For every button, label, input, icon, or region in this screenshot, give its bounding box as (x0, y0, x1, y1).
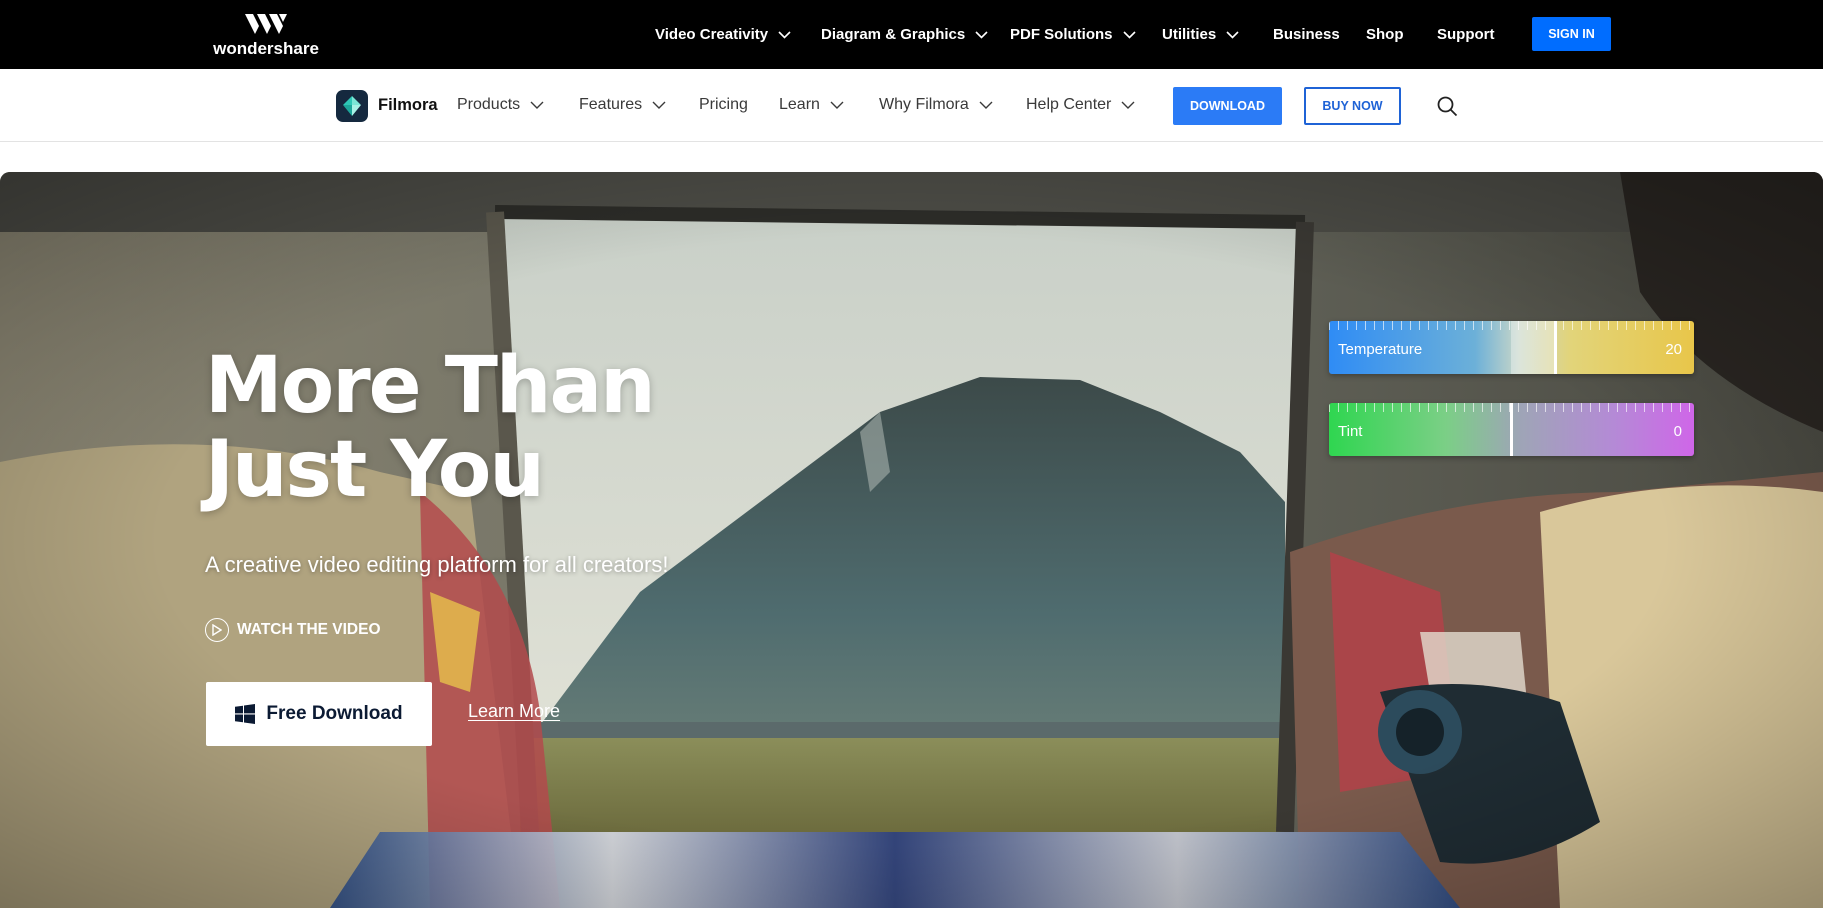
topnav-item-support[interactable]: Support (1437, 0, 1495, 69)
tint-label: Tint (1338, 423, 1363, 440)
filmora-diamond-icon (343, 96, 361, 116)
play-circle-icon (205, 618, 229, 642)
topnav-label: Diagram & Graphics (821, 26, 966, 43)
topnav-item-video-creativity[interactable]: Video Creativity (655, 0, 791, 69)
topnav-label: Utilities (1162, 26, 1217, 43)
subnav-label: Learn (779, 96, 820, 113)
chevron-down-icon (778, 30, 791, 39)
topnav-label: Support (1437, 26, 1495, 43)
subnav-label: Why Filmora (879, 96, 969, 113)
watch-video-label: WATCH THE VIDEO (237, 621, 381, 638)
wondershare-mark-icon (245, 14, 287, 34)
chevron-down-icon (975, 30, 988, 39)
chevron-down-icon (830, 101, 844, 109)
free-download-button[interactable]: Free Download (206, 682, 432, 746)
subnav-label: Features (579, 96, 643, 113)
watch-video-link[interactable]: WATCH THE VIDEO (205, 618, 381, 642)
chevron-down-icon (1226, 30, 1239, 39)
product-subnav: Filmora Products Features Pricing Learn … (0, 69, 1823, 142)
subnav-item-learn[interactable]: Learn (779, 96, 844, 114)
temperature-slider[interactable]: Temperature 20 (1329, 321, 1694, 374)
global-topbar: wondershare Video Creativity Diagram & G… (0, 0, 1823, 69)
chevron-down-icon (1121, 101, 1135, 109)
filmora-product-name[interactable]: Filmora (378, 96, 438, 115)
buy-now-button[interactable]: BUY NOW (1304, 87, 1401, 125)
subnav-item-features[interactable]: Features (579, 96, 666, 114)
topnav-item-diagram-graphics[interactable]: Diagram & Graphics (821, 0, 988, 69)
search-icon[interactable] (1437, 96, 1458, 117)
free-download-label: Free Download (266, 703, 403, 724)
temperature-slider-handle[interactable] (1554, 321, 1557, 374)
topnav-item-shop[interactable]: Shop (1366, 0, 1404, 69)
hero-subtitle: A creative video editing platform for al… (205, 552, 669, 577)
hero-title-line-2: Just You (205, 425, 545, 515)
subnav-item-products[interactable]: Products (457, 96, 544, 114)
subnav-item-why-filmora[interactable]: Why Filmora (879, 96, 993, 114)
temperature-value: 20 (1665, 341, 1682, 358)
learn-more-link[interactable]: Learn More (468, 701, 560, 722)
sign-in-button[interactable]: SIGN IN (1532, 17, 1611, 51)
subnav-label: Help Center (1026, 96, 1112, 113)
subnav-item-pricing[interactable]: Pricing (699, 96, 748, 114)
slider-highlight (1511, 321, 1556, 374)
hero-background-image (0, 172, 1823, 908)
tint-value: 0 (1673, 423, 1682, 440)
temperature-label: Temperature (1338, 341, 1423, 358)
filmora-logo-icon[interactable] (336, 90, 368, 122)
chevron-down-icon (530, 101, 544, 109)
tint-slider[interactable]: Tint 0 (1329, 403, 1694, 456)
subnav-label: Pricing (699, 96, 748, 113)
topnav-label: Video Creativity (655, 26, 769, 43)
chevron-down-icon (1122, 30, 1136, 39)
topnav-label: PDF Solutions (1010, 26, 1113, 43)
wondershare-wordmark: wondershare (213, 39, 319, 58)
tint-slider-handle[interactable] (1510, 403, 1513, 456)
subnav-label: Products (457, 96, 521, 113)
hero-section: More Than Just You A creative video edit… (0, 172, 1823, 908)
chevron-down-icon (979, 101, 993, 109)
hero-title-line-1: More Than (205, 341, 656, 431)
topnav-item-business[interactable]: Business (1273, 0, 1340, 69)
subnav-item-help-center[interactable]: Help Center (1026, 96, 1135, 114)
chevron-down-icon (652, 101, 666, 109)
topnav-item-pdf-solutions[interactable]: PDF Solutions (1010, 0, 1136, 69)
hero-title: More Than Just You (205, 341, 656, 515)
topnav-label: Shop (1366, 26, 1404, 43)
download-button[interactable]: DOWNLOAD (1173, 87, 1282, 125)
wondershare-logo[interactable]: wondershare (213, 12, 319, 60)
windows-icon (235, 704, 256, 724)
topnav-item-utilities[interactable]: Utilities (1162, 0, 1239, 69)
topnav-label: Business (1273, 26, 1340, 43)
